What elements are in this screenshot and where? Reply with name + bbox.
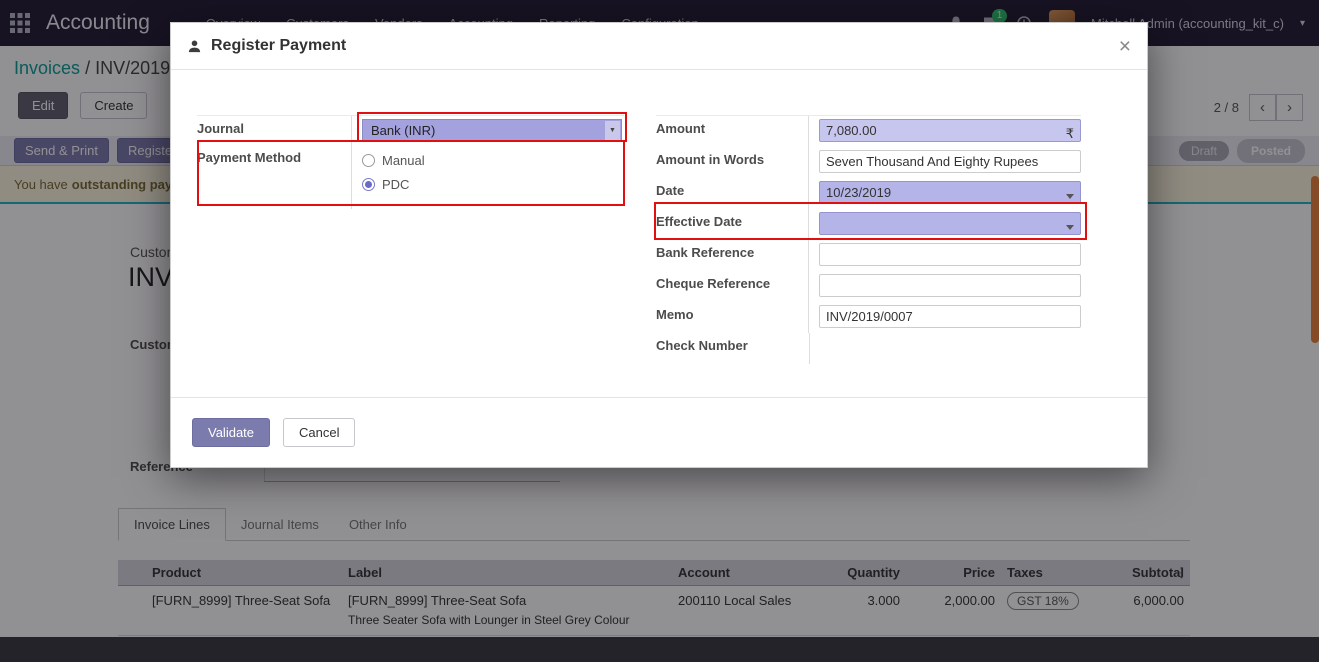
date-row: Date bbox=[656, 178, 1081, 209]
amount-in-words-input[interactable] bbox=[819, 150, 1081, 173]
modal-header: Register Payment × bbox=[171, 23, 1147, 70]
bank-reference-label: Bank Reference bbox=[656, 240, 808, 260]
select-arrow-icon: ▼ bbox=[605, 121, 620, 140]
amount-label: Amount bbox=[656, 116, 808, 136]
effective-date-input[interactable] bbox=[819, 212, 1081, 235]
amount-in-words-label: Amount in Words bbox=[656, 147, 808, 167]
journal-select[interactable]: Bank (INR) ▼ bbox=[362, 119, 622, 142]
bank-reference-input[interactable] bbox=[819, 243, 1081, 266]
payment-method-option-pdc[interactable]: PDC bbox=[362, 172, 624, 196]
close-icon[interactable]: × bbox=[1119, 36, 1131, 57]
memo-row: Memo bbox=[656, 302, 1081, 333]
memo-input[interactable] bbox=[819, 305, 1081, 328]
payment-icon bbox=[187, 39, 202, 54]
validate-button[interactable]: Validate bbox=[192, 418, 270, 447]
amount-in-words-row: Amount in Words bbox=[656, 147, 1081, 178]
journal-label: Journal bbox=[197, 116, 351, 136]
radio-pdc[interactable] bbox=[362, 178, 375, 191]
radio-manual[interactable] bbox=[362, 154, 375, 167]
currency-symbol: ₹ bbox=[1066, 126, 1074, 142]
date-label: Date bbox=[656, 178, 808, 198]
modal-title: Register Payment bbox=[211, 37, 346, 55]
register-payment-modal: Register Payment × Journal Bank (INR) ▼ … bbox=[170, 22, 1148, 468]
cheque-reference-label: Cheque Reference bbox=[656, 271, 808, 291]
screen: Accounting Overview Customers Vendors Ac… bbox=[0, 0, 1319, 662]
amount-input[interactable] bbox=[819, 119, 1081, 142]
payment-left-group: Journal Bank (INR) ▼ Payment Method Manu… bbox=[197, 115, 624, 209]
check-number-row: Check Number bbox=[656, 333, 1081, 364]
amount-row: Amount ₹ bbox=[656, 116, 1081, 147]
date-caret-icon bbox=[1066, 194, 1074, 199]
date-input[interactable] bbox=[819, 181, 1081, 204]
memo-label: Memo bbox=[656, 302, 808, 322]
effective-date-label: Effective Date bbox=[656, 209, 808, 229]
check-number-label: Check Number bbox=[656, 333, 809, 353]
cheque-reference-row: Cheque Reference bbox=[656, 271, 1081, 302]
bank-reference-row: Bank Reference bbox=[656, 240, 1081, 271]
payment-method-label: Payment Method bbox=[197, 145, 351, 165]
cheque-reference-input[interactable] bbox=[819, 274, 1081, 297]
cancel-button[interactable]: Cancel bbox=[283, 418, 355, 447]
payment-method-option-manual[interactable]: Manual bbox=[362, 148, 624, 172]
effective-date-row: Effective Date bbox=[656, 209, 1081, 240]
modal-footer: Validate Cancel bbox=[171, 397, 1147, 467]
payment-method-row: Payment Method Manual PDC bbox=[197, 145, 624, 209]
journal-row: Journal Bank (INR) ▼ bbox=[197, 116, 624, 145]
payment-right-group: Amount ₹ Amount in Words Date bbox=[656, 115, 1081, 364]
effective-date-caret-icon bbox=[1066, 225, 1074, 230]
